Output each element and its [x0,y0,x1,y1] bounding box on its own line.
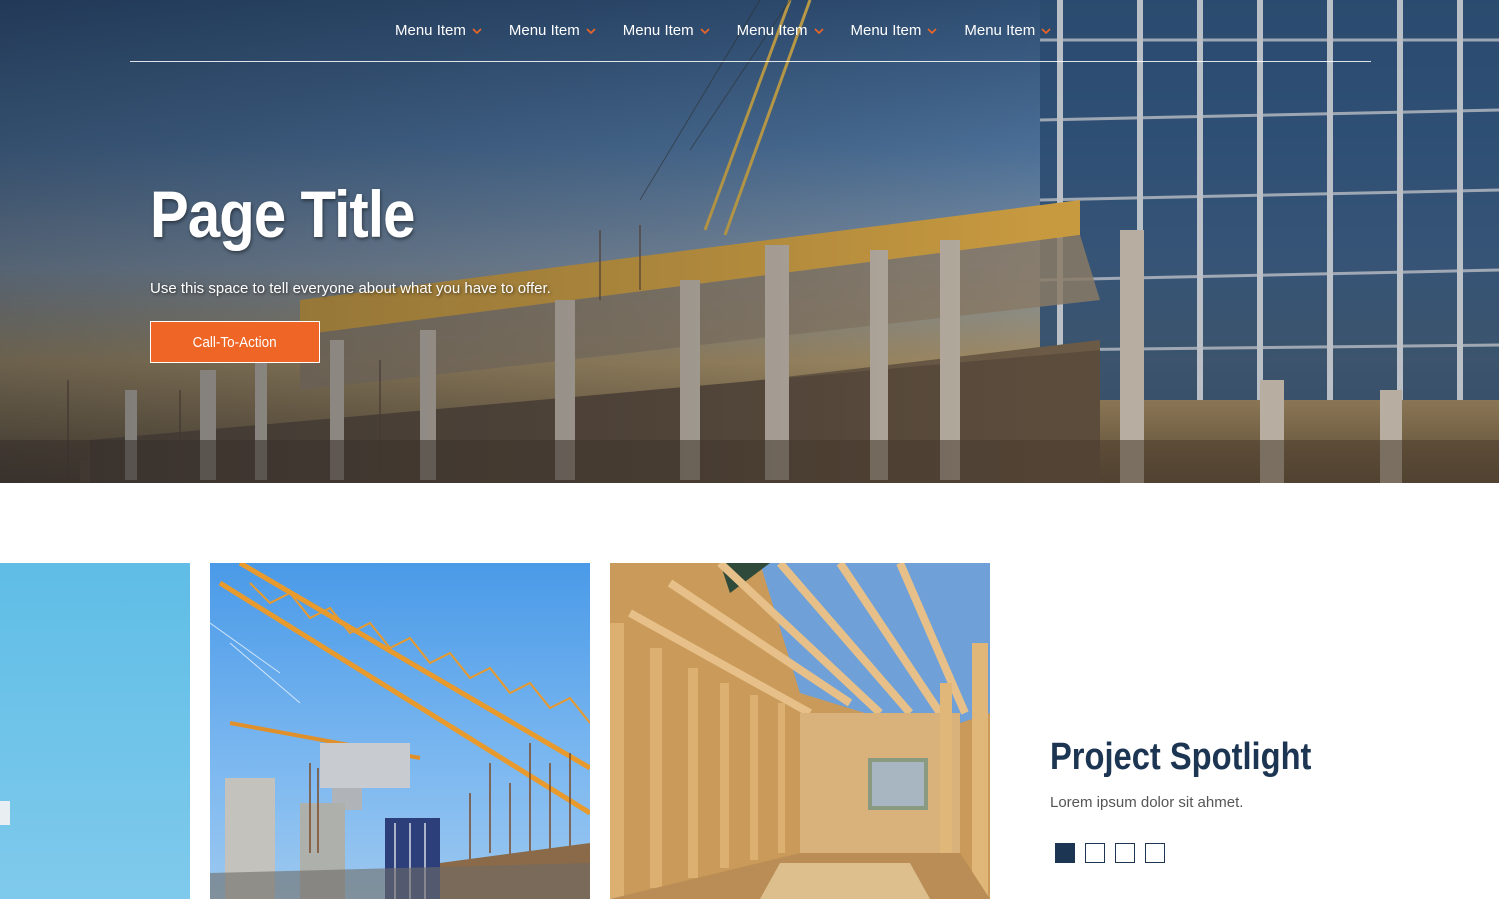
hero-subtitle: Use this space to tell everyone about wh… [150,280,551,297]
nav-item-2[interactable]: Menu Item [509,19,596,41]
nav-item-label: Menu Item [622,21,694,39]
nav-menu: Menu Item Menu Item Menu Item Menu Item … [395,19,1078,41]
nav-item-3[interactable]: Menu Item [623,19,710,41]
hero-banner: Menu Item Menu Item Menu Item Menu Item … [0,0,1499,483]
pager-button-3[interactable] [1115,843,1135,863]
call-to-action-button[interactable]: Call-To-Action [150,321,320,363]
pager-button-2[interactable] [1085,843,1105,863]
chevron-down-icon [1041,28,1051,35]
nav-item-4[interactable]: Menu Item [737,19,824,41]
nav-item-label: Menu Item [736,21,808,39]
spotlight-title: Project Spotlight [1050,736,1312,778]
gallery-image-framing [610,563,990,899]
carousel-pager [1055,843,1175,863]
nav-item-5[interactable]: Menu Item [851,19,938,41]
chevron-down-icon [813,28,824,35]
nav-item-6[interactable]: Menu Item [964,19,1051,41]
gallery-image-crane [210,563,590,899]
chevron-down-icon [586,28,596,35]
nav-item-label: Menu Item [850,21,922,39]
nav-item-label: Menu Item [964,21,1036,39]
pager-button-1[interactable] [1055,843,1075,863]
spotlight-description: Lorem ipsum dolor sit ahmet. [1050,794,1244,811]
pager-button-4[interactable] [1145,843,1165,863]
chevron-down-icon [927,28,937,35]
page-title: Page Title [150,177,415,251]
cta-label: Call-To-Action [192,333,278,351]
nav-item-label: Menu Item [508,21,580,39]
chevron-down-icon [472,28,482,35]
chevron-down-icon [700,28,710,35]
top-navigation: Menu Item Menu Item Menu Item Menu Item … [130,0,1371,62]
gallery-image-sky [0,563,190,899]
nav-item-1[interactable]: Menu Item [395,19,482,41]
nav-item-label: Menu Item [395,21,466,39]
